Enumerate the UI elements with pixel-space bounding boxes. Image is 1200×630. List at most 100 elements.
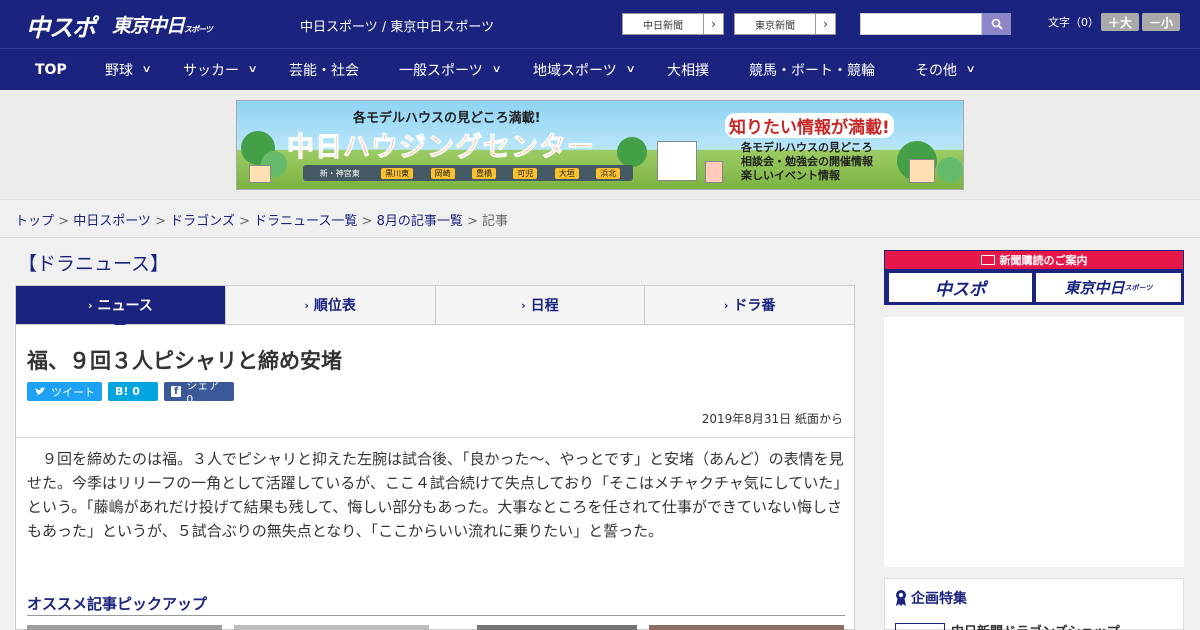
pickup-thumbnail[interactable] [649,625,844,630]
newspaper-icon [980,255,995,265]
ad-right-title: 知りたい情報が満載! [725,113,894,138]
chevron-down-icon: ∨ [247,64,258,75]
chunichi-shimbun-button[interactable]: 中日新聞 › [622,13,724,35]
nav-label: 野球 [105,62,133,79]
chevron-down-icon: ∨ [625,64,636,75]
breadcrumb-current: 記事 [482,214,509,229]
chuspo-logo[interactable]: 中スポ [26,8,96,43]
feature-title: 企画特集 [895,588,967,608]
ad-location: 新・神宮東 [319,168,360,178]
nav-item-sumo[interactable]: 大相撲 [667,49,709,90]
search-button[interactable] [982,13,1011,35]
article-body: ９回を締めたのは福。３人でピシャリと抑えた左腕は試合後、「良かった～、やっとです… [27,450,844,540]
tab-label: ニュース [97,298,153,314]
tree-illustration [937,157,963,183]
search-icon [991,18,1003,30]
ad-main-title: 中日ハウジングセンター [287,132,595,164]
share-buttons: ツイート B! 0 f シェア 0 [27,379,234,406]
nav-item-local-sports[interactable]: 地域スポーツ ∨ [533,49,636,90]
site-tagline: 中日スポーツ / 東京中日スポーツ [300,20,495,35]
house-illustration [249,165,271,183]
breadcrumb-link[interactable]: 8月の記事一覧 [377,214,463,229]
chevron-right-icon: › [304,298,309,312]
ad-location: 大垣 [554,167,579,179]
chevron-right-icon: › [815,14,835,34]
tab-news[interactable]: › ニュース [16,286,226,332]
ad-area: 各モデルハウスの見どころ満載! 中日ハウジングセンター 新・神宮東 黒川東 岡崎… [0,90,1200,200]
pickup-thumbnail[interactable] [477,625,637,630]
nav-item-other[interactable]: その他 ∨ [915,49,976,90]
feature-box: 企画特集 中日新聞ドラゴンズショップ [884,578,1184,630]
tokyo-shimbun-button[interactable]: 東京新聞 › [734,13,836,35]
tab-label: 日程 [530,298,559,314]
nav-item-entertainment[interactable]: 芸能・社会 [289,49,359,90]
pickup-thumbnail[interactable] [27,625,222,630]
nav-label: 一般スポーツ [399,62,483,79]
ad-location: 浜北 [596,167,621,179]
nav-item-baseball[interactable]: 野球 ∨ [105,49,152,90]
chevron-down-icon: ∨ [491,64,502,75]
twitter-icon [35,386,46,395]
facebook-share-label: シェア 0 [186,379,220,406]
tokyo-shimbun-label: 東京新聞 [755,20,795,32]
breadcrumb-link[interactable]: ドラゴンズ [170,214,235,229]
sidebar-ad[interactable] [884,317,1184,567]
house-illustration [909,159,935,183]
chuspo-subscribe-logo[interactable]: 中スポ [889,273,1032,302]
tab-label: ドラ番 [733,298,776,314]
pickup-title: オススメ記事ピックアップ [27,595,208,613]
tokyo-subscribe-logo[interactable]: 東京中日 スポーツ [1036,273,1181,302]
breadcrumb-link[interactable]: ドラニュース一覧 [254,214,357,229]
text-size-down-button[interactable]: －小 [1142,13,1180,31]
ad-location: 黒川東 [381,167,414,179]
tab-dora-ban[interactable]: › ドラ番 [645,286,854,324]
ad-location-road: 新・神宮東 黒川東 岡崎 豊橋 可児 大垣 浜北 [303,165,633,181]
nav-label: その他 [915,62,957,79]
subscription-box[interactable]: 新聞購読のご案内 中スポ 東京中日 スポーツ [884,250,1184,305]
breadcrumb-link[interactable]: トップ [15,214,54,229]
article-date: 2019年8月31日 紙面から [701,412,843,426]
subscription-header: 新聞購読のご案内 [885,251,1183,269]
tokyo-logo-text: 東京中日 [112,15,185,37]
text-size-up-button[interactable]: ＋大 [1101,13,1139,31]
tokyo-chunichi-logo[interactable]: 東京中日スポーツ [112,11,213,38]
tab-label: 順位表 [313,298,356,314]
ribbon-icon [896,590,906,606]
nav-item-top[interactable]: TOP [35,49,67,90]
nav-label: サッカー [183,62,239,79]
tokyo-subscribe-text: 東京中日 [1064,279,1125,297]
nav-label: TOP [35,61,67,78]
search-input[interactable] [860,13,982,35]
house-illustration [657,141,697,181]
tab-standings[interactable]: › 順位表 [225,286,436,324]
tree-illustration [617,137,647,167]
tweet-button[interactable]: ツイート [27,382,102,401]
ad-right-line: 楽しいイベント情報 [741,169,840,182]
nav-item-soccer[interactable]: サッカー ∨ [183,49,258,90]
tweet-label: ツイート [51,385,95,399]
subscription-label: 新聞購読のご案内 [999,254,1088,267]
tokyo-subscribe-small: スポーツ [1124,283,1153,292]
main-nav: TOP 野球 ∨ サッカー ∨ 芸能・社会 一般スポーツ ∨ 地域スポーツ ∨ 大相撲 … [0,48,1200,90]
chevron-right-icon: › [87,298,93,312]
ad-location: 可児 [513,167,538,179]
pickup-thumbnail[interactable] [234,625,429,630]
hatena-bookmark-button[interactable]: B! 0 [108,382,158,401]
section-title: 【ドラニュース】 [18,253,170,275]
ad-location: 豊橋 [471,167,496,179]
feature-item[interactable]: 中日新聞ドラゴンズショップ [951,621,1120,630]
nav-item-general-sports[interactable]: 一般スポーツ ∨ [399,49,502,90]
chevron-down-icon: ∨ [141,64,152,75]
feature-thumbnail[interactable] [895,623,945,630]
breadcrumb-link[interactable]: 中日スポーツ [73,214,151,229]
chevron-right-icon: › [521,298,526,312]
nav-item-keiba[interactable]: 競馬・ボート・競輪 [749,49,875,90]
news-tabs: › ニュース › 順位表 › 日程 › ドラ番 [15,285,855,332]
text-size-label: 文字（0） [1048,16,1099,29]
tab-schedule[interactable]: › 日程 [435,286,646,324]
housing-center-ad[interactable]: 各モデルハウスの見どころ満載! 中日ハウジングセンター 新・神宮東 黒川東 岡崎… [236,100,964,190]
site-header: 中スポ 東京中日スポーツ 中日スポーツ / 東京中日スポーツ 中日新聞 › 東京… [0,0,1200,48]
feature-title-label: 企画特集 [911,591,967,607]
facebook-share-button[interactable]: f シェア 0 [164,379,234,406]
chunichi-shimbun-label: 中日新聞 [643,20,683,32]
